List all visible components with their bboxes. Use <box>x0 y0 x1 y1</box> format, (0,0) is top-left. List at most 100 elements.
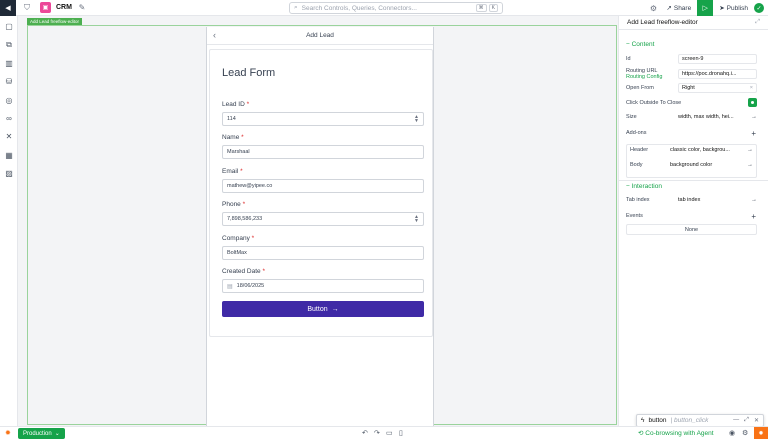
link-icon[interactable]: ∞ <box>4 113 14 123</box>
size-row: Size width, max width, hei... → <box>626 114 757 120</box>
add-addon-icon[interactable]: + <box>751 129 756 138</box>
open-from-select[interactable]: Right × <box>678 83 757 93</box>
close-icon[interactable]: ✕ <box>754 417 759 424</box>
events-none-box: None <box>626 224 757 235</box>
screens-icon[interactable]: ⧉ <box>4 40 14 50</box>
home-icon[interactable]: ◀ <box>0 0 16 16</box>
created-date-input[interactable]: ▤ 18/06/2025 <box>222 279 424 293</box>
content-section-heading[interactable]: − Content <box>626 41 654 48</box>
undo-icon[interactable]: ↶ <box>362 429 368 437</box>
stepper-icon[interactable]: ▲ ▼ <box>414 215 419 224</box>
table-icon[interactable]: ▦ <box>4 150 14 160</box>
image-icon[interactable]: ▨ <box>4 168 14 178</box>
events-row: Events <box>626 213 757 219</box>
cobrowse-icon: ⟲ <box>638 430 644 437</box>
minimize-icon[interactable]: — <box>733 417 739 424</box>
play-icon: ▷ <box>702 5 708 12</box>
section-title: Interaction <box>631 183 662 190</box>
share-button[interactable]: ↗ Share <box>666 4 691 13</box>
click-outside-label: Click Outside To Close <box>626 99 682 106</box>
header-addon-row[interactable]: Header classic color, backgrou... → <box>630 147 753 153</box>
field-value: 7,898,586,233 <box>227 216 263 222</box>
submit-button[interactable]: Button → <box>222 301 424 317</box>
label-text: Email <box>222 168 239 175</box>
screen-title: Add Lead <box>306 32 334 39</box>
expand-icon[interactable]: ⤢ <box>755 19 760 26</box>
field-value: BoltMax <box>227 250 247 256</box>
cobrowse-button[interactable]: ⟲ Co-browsing with Agent <box>638 429 714 437</box>
required-mark: * <box>246 101 250 108</box>
preview-play-button[interactable]: ▷ <box>697 0 714 16</box>
back-chevron-icon[interactable]: ‹ <box>213 30 216 40</box>
shield-icon[interactable]: ⛉ <box>20 1 34 15</box>
expand-icon[interactable]: ⤢ <box>744 417 749 424</box>
routing-url-input[interactable]: https://poc.dronahq.i... <box>678 69 757 79</box>
top-bar-actions: ⚙ ↗ Share ▷ ➤ Publish ✓ <box>642 0 768 16</box>
pages-icon[interactable]: ▢ <box>4 21 14 31</box>
tab-index-value[interactable]: tab index <box>678 197 747 203</box>
email-input[interactable]: mathew@yipee.co <box>222 179 424 193</box>
add-event-icon[interactable]: + <box>751 212 756 221</box>
settings-icon[interactable]: ⚙ <box>646 1 660 15</box>
field-value: 18/06/2025 <box>236 283 265 289</box>
calendar-icon[interactable]: ▤ <box>227 283 233 290</box>
environment-select[interactable]: Production ⌄ <box>18 428 65 439</box>
screen-header: ‹ Add Lead <box>207 27 433 45</box>
tools-icon[interactable]: ✕ <box>4 131 14 141</box>
id-input[interactable]: screen-9 <box>678 54 757 64</box>
eye-icon[interactable]: ◉ <box>729 429 735 437</box>
company-label: Company * <box>222 235 254 242</box>
section-divider <box>619 180 768 181</box>
selection-badge[interactable]: Add Lead freeflow-editor <box>27 18 83 25</box>
name-input[interactable]: Marshaal <box>222 145 424 159</box>
lead-id-label: Lead ID * <box>222 101 249 108</box>
stepper-icon[interactable]: ▲ ▼ <box>414 115 419 124</box>
search-placeholder: Search Controls, Queries, Connectors... <box>301 4 417 12</box>
screen-frame: ‹ Add Lead Lead Form Lead ID * 114 ▲ ▼ Na… <box>206 27 434 426</box>
control-name: button <box>648 417 667 424</box>
cobrowse-label: Co-browsing with Agent <box>645 430 714 437</box>
phone-input[interactable]: 7,898,586,233 ▲ ▼ <box>222 212 424 226</box>
publish-button[interactable]: ➤ Publish <box>719 4 748 13</box>
field-value: mathew@yipee.co <box>227 183 273 189</box>
target-icon[interactable]: ◎ <box>4 95 14 105</box>
fire-icon: ✹ <box>5 430 11 437</box>
company-input[interactable]: BoltMax <box>222 246 424 260</box>
arrow-right-icon[interactable]: → <box>751 114 757 120</box>
analytics-icon[interactable]: ▥ <box>4 58 14 68</box>
required-mark: * <box>262 268 266 275</box>
status-check-icon: ✓ <box>754 3 764 13</box>
mobile-icon[interactable]: ▯ <box>399 429 403 437</box>
form-title: Lead Form <box>222 67 276 79</box>
bolt-icon: ϟ <box>641 417 645 424</box>
publish-label: Publish <box>726 4 748 12</box>
required-mark: * <box>240 168 243 175</box>
size-value[interactable]: width, max width, hei... <box>678 114 747 120</box>
required-mark: * <box>242 201 246 208</box>
arrow-right-icon[interactable]: → <box>751 197 757 203</box>
edit-icon[interactable]: ✎ <box>75 1 89 15</box>
label-text: Phone <box>222 201 241 208</box>
share-icon: ↗ <box>666 5 672 12</box>
id-row: Id screen-9 <box>626 54 757 64</box>
interaction-section-heading[interactable]: − Interaction <box>626 183 662 190</box>
phone-label: Phone * <box>222 201 245 208</box>
desktop-icon[interactable]: ▭ <box>386 429 393 437</box>
clear-icon[interactable]: × <box>750 85 753 91</box>
database-icon[interactable]: ⛁ <box>4 76 14 86</box>
tab-index-label: Tab index <box>626 197 650 203</box>
section-title: Content <box>631 41 655 48</box>
arrow-right-icon[interactable]: → <box>747 162 753 168</box>
lead-id-input[interactable]: 114 ▲ ▼ <box>222 112 424 126</box>
arrow-right-icon[interactable]: → <box>747 147 753 153</box>
search-input[interactable]: ⌕ Search Controls, Queries, Connectors..… <box>289 2 503 14</box>
click-outside-toggle[interactable] <box>748 98 757 107</box>
help-icon[interactable]: ✹ <box>754 427 768 439</box>
left-rail: ▢ ⧉ ▥ ⛁ ◎ ∞ ✕ ▦ ▨ <box>0 16 18 426</box>
routing-config-link[interactable]: Routing Config <box>626 74 678 80</box>
redo-icon[interactable]: ↷ <box>374 429 380 437</box>
field-value: Marshaal <box>227 149 250 155</box>
gear-icon[interactable]: ⚙ <box>742 429 748 437</box>
body-addon-row[interactable]: Body background color → <box>630 162 753 168</box>
properties-panel: Add Lead freeflow-editor ⤢ − Content Id … <box>618 16 768 426</box>
